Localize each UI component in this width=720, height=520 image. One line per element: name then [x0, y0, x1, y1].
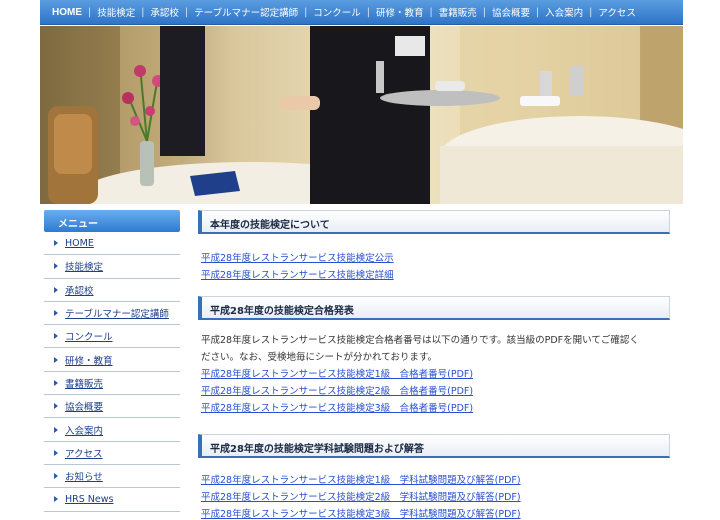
nav-separator: |	[88, 6, 92, 18]
link-results-grade2[interactable]: 平成28年度レストランサービス技能検定2級 合格者番号(PDF)	[201, 383, 670, 400]
nav-table-manner[interactable]: テーブルマナー認定講師	[194, 5, 298, 19]
nav-membership[interactable]: 入会案内	[545, 5, 583, 19]
triangle-right-icon	[54, 310, 58, 317]
sidebar-item-label[interactable]: 入会案内	[65, 423, 103, 437]
triangle-right-icon	[54, 333, 58, 340]
sidebar-item-skill-test[interactable]: 技能検定	[44, 255, 180, 279]
section-links: 平成28年度レストランサービス技能検定1級 合格者番号(PDF) 平成28年度レ…	[198, 366, 670, 417]
sidebar-item-label[interactable]: 技能検定	[65, 259, 103, 273]
nav-separator: |	[304, 6, 308, 18]
sidebar-item-label[interactable]: コンクール	[65, 329, 113, 343]
sidebar-item-label[interactable]: テーブルマナー認定講師	[65, 306, 169, 320]
section-heading-current-test: 本年度の技能検定について	[198, 210, 670, 234]
nav-books[interactable]: 書籍販売	[439, 5, 477, 19]
link-results-grade3[interactable]: 平成28年度レストランサービス技能検定3級 合格者番号(PDF)	[201, 400, 670, 417]
sidebar-item-label[interactable]: 書籍販売	[65, 376, 103, 390]
nav-home[interactable]: HOME	[52, 7, 82, 18]
sidebar-item-label[interactable]: 研修・教育	[65, 353, 113, 367]
link-test-details[interactable]: 平成28年度レストランサービス技能検定詳細	[201, 267, 670, 284]
triangle-right-icon	[54, 473, 58, 480]
sidebar-item-approved-school[interactable]: 承認校	[44, 279, 180, 302]
results-description: 平成28年度レストランサービス技能検定合格者番号は以下の通りです。該当級のPDF…	[198, 332, 670, 366]
nav-about[interactable]: 協会概要	[492, 5, 530, 19]
nav-separator: |	[482, 6, 486, 18]
sidebar-item-table-manner[interactable]: テーブルマナー認定講師	[44, 302, 180, 326]
triangle-right-icon	[54, 286, 58, 293]
sidebar-item-access[interactable]: アクセス	[44, 442, 180, 465]
sidebar-item-label[interactable]: 承認校	[65, 283, 94, 297]
sidebar-item-label[interactable]: HRS News	[65, 494, 113, 505]
nav-separator: |	[589, 6, 593, 18]
triangle-right-icon	[54, 426, 58, 433]
nav-separator: |	[366, 6, 370, 18]
triangle-right-icon	[54, 403, 58, 410]
link-test-notice[interactable]: 平成28年度レストランサービス技能検定公示	[201, 250, 670, 267]
section-heading-results: 平成28年度の技能検定合格発表	[198, 296, 670, 320]
sidebar-item-label[interactable]: HOME	[65, 238, 94, 249]
triangle-right-icon	[54, 449, 58, 456]
hero-image	[40, 26, 683, 204]
link-results-grade1[interactable]: 平成28年度レストランサービス技能検定1級 合格者番号(PDF)	[201, 366, 670, 383]
triangle-right-icon	[54, 379, 58, 386]
menu-header: メニュー	[44, 210, 180, 232]
nav-access[interactable]: アクセス	[598, 5, 636, 19]
nav-training[interactable]: 研修・教育	[376, 5, 424, 19]
sidebar-item-membership[interactable]: 入会案内	[44, 418, 180, 442]
restaurant-service-photo-icon	[40, 26, 683, 204]
sidebar-menu: メニュー HOME 技能検定 承認校 テーブルマナー認定講師 コンクール 研修・…	[44, 210, 180, 512]
section-links: 平成28年度レストランサービス技能検定1級 学科試験問題及び解答(PDF) 平成…	[198, 472, 670, 520]
main-content: 本年度の技能検定について 平成28年度レストランサービス技能検定公示 平成28年…	[198, 210, 670, 520]
nav-separator: |	[429, 6, 433, 18]
nav-skill-test[interactable]: 技能検定	[97, 5, 135, 19]
triangle-right-icon	[54, 496, 58, 503]
sidebar-item-label[interactable]: お知らせ	[65, 469, 103, 483]
triangle-right-icon	[54, 356, 58, 363]
results-text-line: ださい。なお、受検地毎にシートが分かれております。	[201, 352, 437, 363]
link-exam-grade1[interactable]: 平成28年度レストランサービス技能検定1級 学科試験問題及び解答(PDF)	[201, 472, 670, 489]
nav-approved-school[interactable]: 承認校	[150, 5, 179, 19]
nav-separator: |	[535, 6, 540, 18]
triangle-right-icon	[54, 263, 58, 270]
nav-separator: |	[184, 6, 189, 18]
sidebar-item-label[interactable]: アクセス	[65, 446, 103, 460]
link-exam-grade2[interactable]: 平成28年度レストランサービス技能検定2級 学科試験問題及び解答(PDF)	[201, 489, 670, 506]
top-navigation: HOME | 技能検定 | 承認校 | テーブルマナー認定講師 | コンクール | 研修・…	[40, 0, 683, 25]
sidebar-item-home[interactable]: HOME	[44, 232, 180, 256]
nav-separator: |	[141, 6, 145, 18]
sidebar-item-about[interactable]: 協会概要	[44, 395, 180, 419]
results-text-line: 平成28年度レストランサービス技能検定合格者番号は以下の通りです。該当級のPDF…	[201, 335, 639, 346]
sidebar-item-label[interactable]: 協会概要	[65, 399, 103, 413]
link-exam-grade3[interactable]: 平成28年度レストランサービス技能検定3級 学科試験問題及び解答(PDF)	[201, 506, 670, 520]
section-heading-exam-questions: 平成28年度の技能検定学科試験問題および解答	[198, 434, 670, 458]
sidebar-item-news[interactable]: お知らせ	[44, 465, 180, 489]
sidebar-item-concours[interactable]: コンクール	[44, 325, 180, 349]
nav-concours[interactable]: コンクール	[313, 5, 361, 19]
sidebar-item-training[interactable]: 研修・教育	[44, 348, 180, 372]
section-links: 平成28年度レストランサービス技能検定公示 平成28年度レストランサービス技能検…	[198, 250, 670, 284]
sidebar-item-hrs-news[interactable]: HRS News	[44, 488, 180, 512]
sidebar-item-books[interactable]: 書籍販売	[44, 372, 180, 396]
triangle-right-icon	[54, 240, 58, 247]
